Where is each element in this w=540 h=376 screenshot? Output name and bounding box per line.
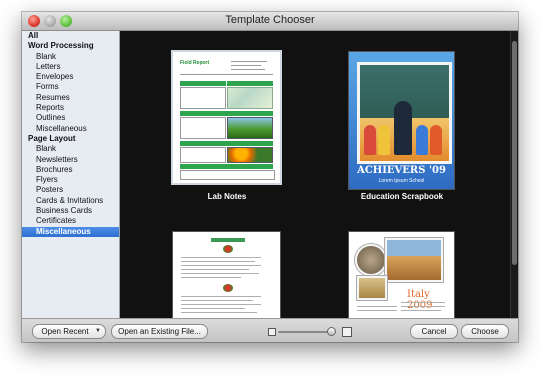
data-table [180, 117, 226, 139]
scrapbook-headline: ACHIEVERS '09 [357, 165, 446, 176]
bottom-toolbar: Open Recent ▼ Open an Existing File... C… [22, 318, 518, 342]
sidebar-item-blank[interactable]: Blank [22, 144, 119, 154]
sidebar-item-newsletters[interactable]: Newsletters [22, 155, 119, 165]
doc-line [357, 310, 397, 311]
title-bar[interactable]: Template Chooser [22, 12, 518, 31]
scrollbar-thumb[interactable] [512, 41, 517, 265]
sidebar-item-letters[interactable]: Letters [22, 62, 119, 72]
italy-headline: Italy 2009 [407, 289, 432, 311]
doc-line [181, 269, 249, 270]
section-bar [180, 164, 273, 169]
flower-photo [227, 147, 273, 163]
doc-line [181, 277, 241, 278]
vertical-scrollbar[interactable] [510, 31, 518, 318]
doc-line [401, 302, 445, 303]
section-bar [180, 111, 273, 116]
sidebar-item-flyers[interactable]: Flyers [22, 175, 119, 185]
doc-line [180, 74, 273, 75]
student-figure [430, 125, 442, 155]
zoom-slider[interactable] [278, 331, 334, 333]
doc-line [181, 265, 261, 266]
template-gallery: Field Report Lab Notes ACHIEVERS '09 Lor… [120, 31, 510, 318]
landscape-photo [227, 117, 273, 139]
sidebar-item-word-processing[interactable]: Word Processing [22, 41, 119, 51]
open-recent-button[interactable]: Open Recent ▼ [32, 324, 106, 339]
sidebar-item-blank[interactable]: Blank [22, 52, 119, 62]
sidebar-item-reports[interactable]: Reports [22, 103, 119, 113]
sidebar-item-outlines[interactable]: Outlines [22, 113, 119, 123]
doc-line [181, 300, 253, 301]
doc-line [357, 306, 397, 307]
template-thumbnail-menu[interactable] [173, 232, 280, 318]
zoom-slider-knob[interactable] [327, 327, 337, 336]
sidebar-item-cards-invitations[interactable]: Cards & Invitations [22, 196, 119, 206]
map-image [227, 87, 273, 109]
doc-line [181, 304, 261, 305]
data-table [180, 147, 226, 163]
sidebar-item-certificates[interactable]: Certificates [22, 216, 119, 226]
doc-line [181, 312, 257, 313]
class-photo [357, 62, 452, 164]
doc-line [231, 61, 267, 62]
window-title: Template Chooser [225, 14, 315, 26]
sidebar-item-page-layout[interactable]: Page Layout [22, 134, 119, 144]
doc-line [231, 65, 261, 66]
template-thumbnail-italy[interactable]: Italy 2009 [349, 232, 454, 318]
tomato-icon [223, 245, 233, 253]
open-recent-label: Open Recent [41, 327, 89, 336]
doc-line [401, 306, 445, 307]
sidebar-item-posters[interactable]: Posters [22, 185, 119, 195]
category-sidebar: All Word Processing Blank Letters Envelopes F… [22, 31, 120, 318]
choose-button[interactable]: Choose [461, 324, 509, 339]
vegetable-icon [223, 284, 233, 292]
section-bar [227, 81, 273, 86]
teacher-figure [394, 101, 412, 155]
template-label-education-scrapbook: Education Scrapbook [360, 192, 444, 201]
data-table [180, 87, 226, 109]
doc-line [181, 257, 261, 258]
building-photo [357, 276, 387, 300]
doc-line [401, 310, 441, 311]
section-bar [180, 81, 226, 86]
template-thumbnail-education-scrapbook[interactable]: ACHIEVERS '09 Lorem Ipsum School [349, 52, 454, 189]
large-thumbnail-icon[interactable] [342, 327, 352, 337]
dropdown-arrow-icon: ▼ [95, 328, 101, 334]
scrapbook-subline: Lorem Ipsum School [378, 178, 425, 184]
sidebar-item-business-cards[interactable]: Business Cards [22, 206, 119, 216]
doc-header-bar [211, 238, 245, 242]
data-table [180, 170, 275, 180]
sidebar-item-forms[interactable]: Forms [22, 82, 119, 92]
sidebar-item-envelopes[interactable]: Envelopes [22, 72, 119, 82]
template-chooser-window: Template Chooser All Word Processing Blank… [22, 12, 518, 342]
lab-notes-doc-title: Field Report [180, 60, 210, 66]
doc-line [181, 261, 255, 262]
template-label-lab-notes: Lab Notes [207, 192, 247, 201]
sidebar-item-miscellaneous[interactable]: Miscellaneous [22, 124, 119, 134]
template-thumbnail-lab-notes[interactable]: Field Report [173, 52, 280, 183]
section-bar [180, 141, 273, 146]
city-photo [385, 238, 443, 282]
sidebar-item-brochures[interactable]: Brochures [22, 165, 119, 175]
cancel-button[interactable]: Cancel [410, 324, 458, 339]
student-figure [378, 125, 390, 155]
sidebar-item-all[interactable]: All [22, 31, 119, 41]
student-figure [416, 125, 428, 155]
sidebar-item-resumes[interactable]: Resumes [22, 93, 119, 103]
doc-line [181, 273, 259, 274]
sidebar-item-miscellaneous[interactable]: Miscellaneous [22, 226, 119, 237]
open-existing-file-button[interactable]: Open an Existing File... [111, 324, 208, 339]
student-figure [364, 125, 376, 155]
small-thumbnail-icon[interactable] [268, 328, 276, 336]
doc-line [181, 308, 245, 309]
doc-line [181, 296, 261, 297]
coin-photo [355, 244, 387, 276]
doc-line [231, 69, 265, 70]
